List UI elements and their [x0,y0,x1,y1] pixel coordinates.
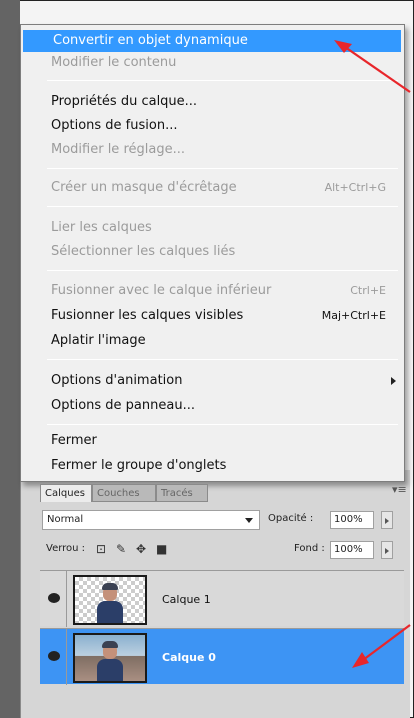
layer-row[interactable]: Calque 1 [40,570,404,627]
layer-row-selected[interactable]: Calque 0 [40,628,404,685]
opacity-value: 100% [334,514,363,525]
opacity-slider-toggle[interactable] [381,511,393,529]
menu-item-edit-contents[interactable]: Modifier le contenu [21,52,404,74]
menu-item-flatten-image[interactable]: Aplatir l'image [21,330,404,352]
menu-item-close-tab-group[interactable]: Fermer le groupe d'onglets [21,455,404,477]
menu-item-panel-options[interactable]: Options de panneau... [21,395,404,417]
menu-item-label: Lier les calques [51,220,152,235]
menu-item-label: Options de fusion... [51,118,178,133]
menu-item-merge-visible[interactable]: Fusionner les calques visibles Maj+Ctrl+E [21,305,404,327]
panel-menu-icon[interactable]: ▾≡ [392,483,407,496]
menu-item-shortcut: Ctrl+E [350,284,386,297]
menu-item-label: Fermer [51,433,97,448]
menu-item-label: Convertir en objet dynamique [53,33,248,48]
tab-label: Tracés [161,488,193,499]
menu-item-close[interactable]: Fermer [21,430,404,452]
submenu-arrow-icon [391,377,396,385]
context-menu: Convertir en objet dynamique Modifier le… [20,24,405,482]
layer-thumbnail [73,575,147,625]
menu-separator [47,80,398,81]
lock-label: Verrou : [46,543,86,554]
menu-item-shortcut: Alt+Ctrl+G [324,181,386,194]
opacity-label: Opacité : [268,513,314,524]
menu-item-merge-down[interactable]: Fusionner avec le calque inférieur Ctrl+E [21,280,404,302]
menu-item-label: Options d'animation [51,373,183,388]
menu-item-label: Propriétés du calque... [51,94,198,109]
blend-mode-select[interactable]: Normal [42,510,260,530]
opacity-input[interactable]: 100% [330,511,374,529]
lock-all-icon[interactable]: ■ [156,542,167,556]
menu-item-blending-options[interactable]: Options de fusion... [21,115,404,137]
tab-label: Couches [97,488,140,499]
tab-traces[interactable]: Tracés [156,484,208,502]
menu-item-edit-adjustment[interactable]: Modifier le réglage... [21,139,404,161]
person-figure [97,641,123,681]
menu-item-label: Créer un masque d'écrêtage [51,180,237,195]
person-figure [97,583,123,623]
menu-item-layer-properties[interactable]: Propriétés du calque... [21,91,404,113]
row-divider [66,571,67,627]
menu-item-create-clipping-mask[interactable]: Créer un masque d'écrêtage Alt+Ctrl+G [21,177,404,199]
menu-item-convert-smart-object[interactable]: Convertir en objet dynamique [23,30,401,52]
fill-input[interactable]: 100% [330,541,374,559]
fill-slider-toggle[interactable] [381,541,393,559]
menu-item-label: Fusionner avec le calque inférieur [51,283,272,298]
menu-item-label: Sélectionner les calques liés [51,244,236,259]
eye-icon[interactable] [48,651,60,661]
fill-value: 100% [334,544,363,555]
menu-item-label: Fusionner les calques visibles [51,308,244,323]
tab-couches[interactable]: Couches [92,484,156,502]
menu-item-label: Fermer le groupe d'onglets [51,458,227,473]
menu-item-select-linked-layers[interactable]: Sélectionner les calques liés [21,241,404,263]
lock-move-icon[interactable]: ✥ [136,542,146,556]
menu-item-label: Modifier le réglage... [51,142,185,157]
menu-item-label: Options de panneau... [51,398,195,413]
menu-separator [47,424,398,425]
lock-paint-icon[interactable]: ✎ [116,542,126,556]
lock-transparent-icon[interactable]: ⊡ [96,542,106,556]
menu-item-shortcut: Maj+Ctrl+E [321,309,386,322]
menu-item-link-layers[interactable]: Lier les calques [21,217,404,239]
layer-thumbnail [73,633,147,683]
menu-item-animation-options[interactable]: Options d'animation [21,370,404,392]
tab-label: Calques [45,488,85,499]
menu-item-label: Aplatir l'image [51,333,146,348]
fill-label: Fond : [294,543,325,554]
dropdown-arrow-icon [245,518,253,523]
menu-separator [47,206,398,207]
blend-mode-value: Normal [47,514,84,525]
menu-separator [47,168,398,169]
eye-icon[interactable] [48,593,60,603]
menu-separator [47,270,398,271]
menu-separator [47,359,398,360]
row-divider [66,629,67,685]
layer-name[interactable]: Calque 0 [162,651,216,664]
layer-name[interactable]: Calque 1 [162,593,211,606]
menu-item-label: Modifier le contenu [51,55,177,70]
application-left-bar [0,0,20,718]
tab-calques[interactable]: Calques [40,484,92,502]
